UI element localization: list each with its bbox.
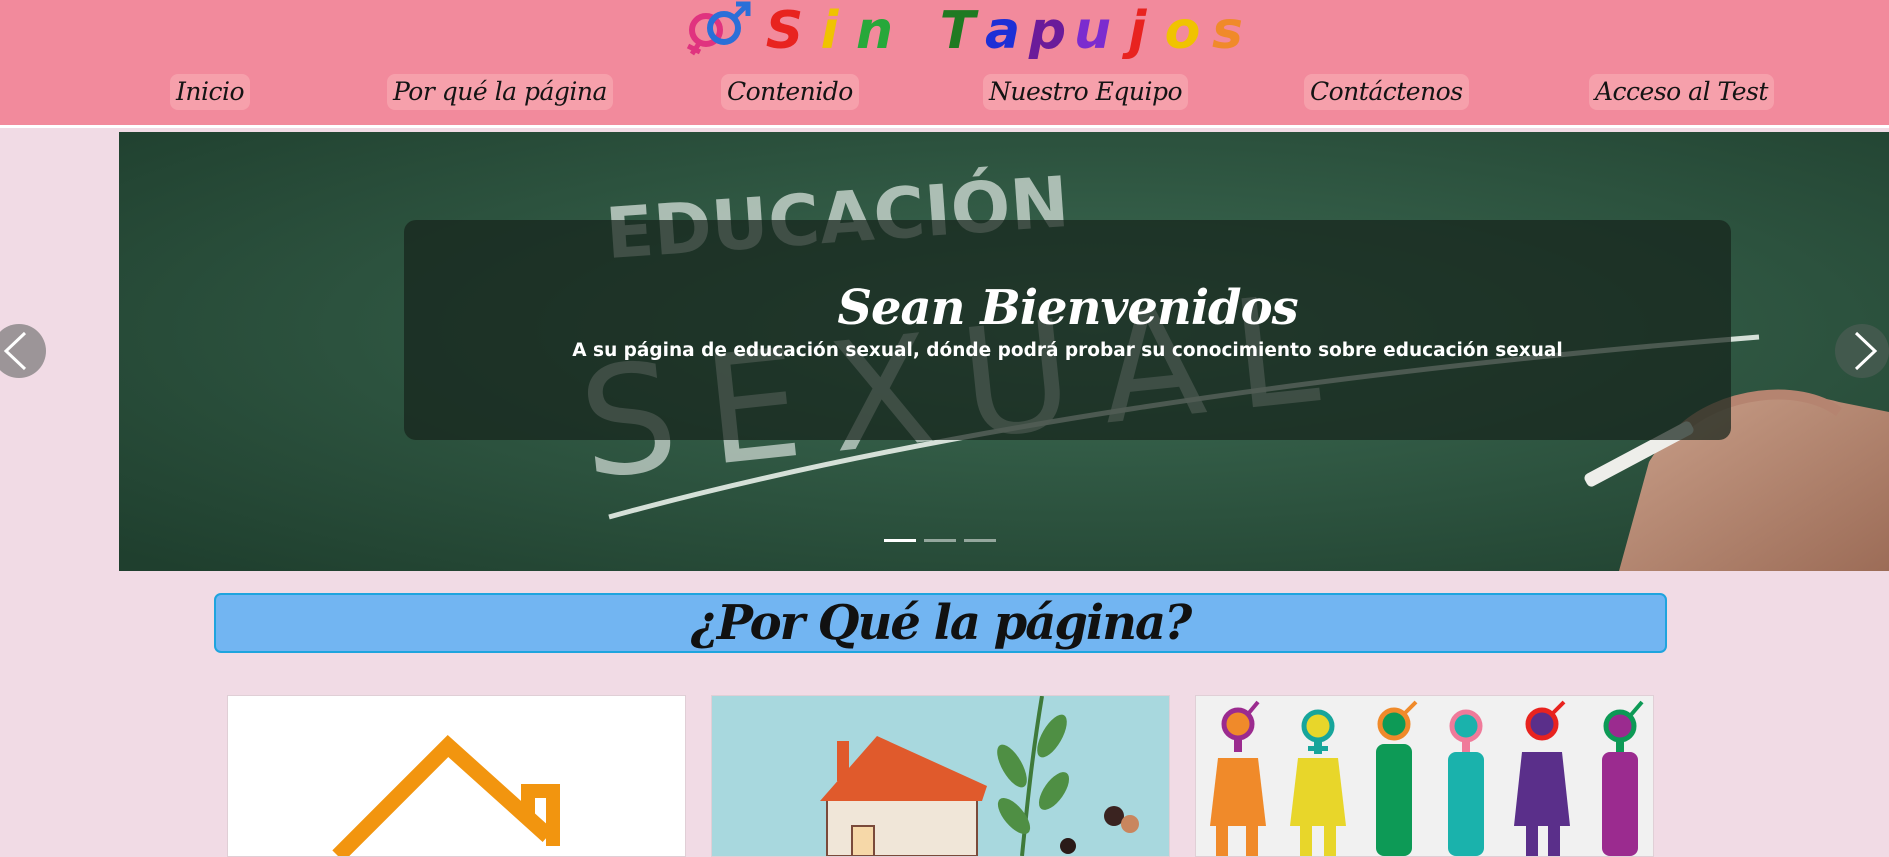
gender-symbols-icon — [686, 1, 751, 56]
brand-letter: o — [1164, 1, 1201, 61]
section-heading: ¿Por Qué la página? — [214, 593, 1667, 653]
nav-por-que-la-pagina[interactable]: Por qué la página — [387, 74, 613, 110]
nav-contactenos[interactable]: Contáctenos — [1304, 74, 1469, 110]
card-gender-diversity[interactable] — [1195, 695, 1654, 857]
brand-letter: T — [939, 1, 976, 61]
card-house-family[interactable] — [711, 695, 1170, 857]
carousel-subtitle: A su página de educación sexual, dónde p… — [572, 340, 1563, 361]
nav-acceso-al-test[interactable]: Acceso al Test — [1589, 74, 1774, 110]
brand-letter: n — [855, 1, 894, 61]
brand-letter: s — [1212, 1, 1243, 61]
carousel-title: Sean Bienvenidos — [837, 280, 1298, 336]
chevron-right-icon — [1854, 331, 1878, 371]
brand-letter: u — [1073, 1, 1112, 61]
card-house-outline[interactable] — [227, 695, 686, 857]
carousel-indicator[interactable] — [924, 539, 956, 542]
house-outline-image — [332, 734, 560, 856]
nav-nuestro-equipo[interactable]: Nuestro Equipo — [983, 74, 1188, 110]
brand-letter: j — [1128, 1, 1147, 61]
site-header: S i n T a p u j o s Inicio Por qué la pá… — [0, 0, 1889, 125]
header-divider — [0, 125, 1889, 128]
carousel-indicators — [884, 539, 996, 542]
brand-letter: a — [984, 1, 1021, 61]
chevron-left-icon — [3, 331, 27, 371]
gender-diversity-figures-image — [1210, 700, 1644, 856]
carousel-indicator[interactable] — [884, 539, 916, 542]
carousel-prev-button[interactable] — [0, 324, 46, 378]
brand-letter: S — [765, 1, 804, 61]
carousel-indicator[interactable] — [964, 539, 996, 542]
brand-logo[interactable]: S i n T a p u j o s — [680, 0, 1250, 62]
brand-letter: p — [1028, 1, 1067, 61]
brand-title: S i n T a p u j o s — [762, 0, 1250, 62]
carousel-caption: Sean Bienvenidos A su página de educació… — [404, 220, 1731, 440]
carousel-next-button[interactable] — [1835, 324, 1889, 378]
brand-letter: i — [820, 1, 839, 61]
nav-contenido[interactable]: Contenido — [721, 74, 859, 110]
hero-carousel[interactable]: EDUCACIÓN SEXUAL Sean Bienvenidos A su p… — [119, 132, 1889, 571]
house-family-plant-image — [820, 696, 1139, 856]
brand-space — [897, 0, 935, 62]
main-nav: Inicio Por qué la página Contenido Nuest… — [0, 72, 1889, 114]
nav-inicio[interactable]: Inicio — [170, 74, 251, 110]
section-title: ¿Por Qué la página? — [690, 595, 1193, 651]
